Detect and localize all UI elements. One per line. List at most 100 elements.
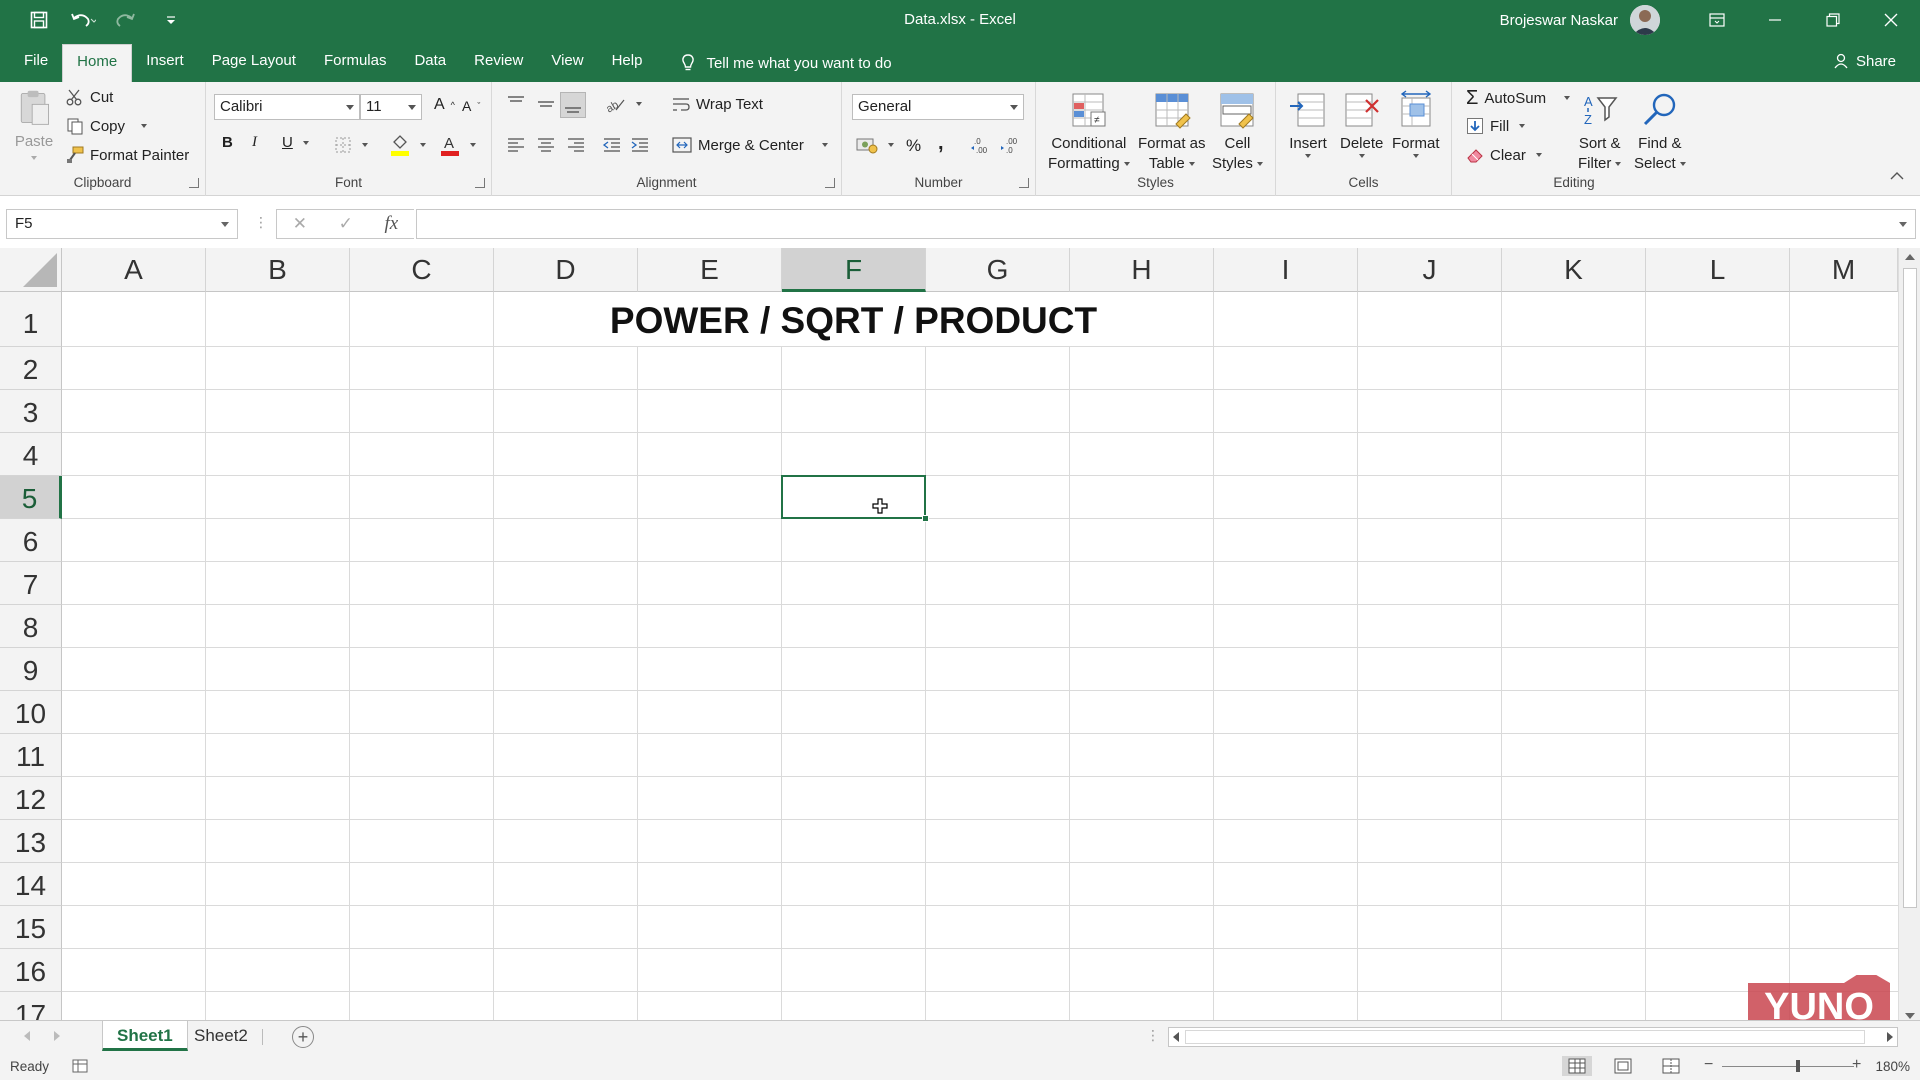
- row-header-16[interactable]: 16: [0, 949, 62, 992]
- font-size-combo[interactable]: 11: [360, 94, 422, 120]
- column-header-j[interactable]: J: [1358, 248, 1502, 292]
- delete-cells-button[interactable]: Delete: [1340, 90, 1383, 158]
- user-name[interactable]: Brojeswar Naskar: [1500, 12, 1618, 29]
- wrap-text-button[interactable]: Wrap Text: [672, 96, 763, 113]
- cut-button[interactable]: Cut: [66, 88, 113, 106]
- close-icon[interactable]: [1862, 0, 1920, 40]
- scroll-left-icon[interactable]: [1173, 1032, 1179, 1042]
- name-box[interactable]: F5: [6, 209, 238, 239]
- row-header-15[interactable]: 15: [0, 906, 62, 949]
- format-as-table-button[interactable]: Format as Table: [1138, 90, 1206, 174]
- row-header-1[interactable]: 1: [0, 292, 62, 347]
- collapse-ribbon-icon[interactable]: [1890, 168, 1904, 185]
- find-select-button[interactable]: Find & Select: [1634, 90, 1686, 174]
- underline-button[interactable]: U: [282, 134, 309, 151]
- row-header-10[interactable]: 10: [0, 691, 62, 734]
- number-launcher-icon[interactable]: [1019, 178, 1029, 188]
- fill-handle[interactable]: [922, 515, 929, 522]
- bottom-align-icon[interactable]: [560, 92, 586, 118]
- column-header-m[interactable]: M: [1790, 248, 1898, 292]
- column-header-l[interactable]: L: [1646, 248, 1790, 292]
- tab-home[interactable]: Home: [62, 44, 133, 82]
- page-layout-view-icon[interactable]: [1614, 1058, 1632, 1074]
- decrease-decimal-icon[interactable]: .00.0: [1000, 136, 1022, 154]
- row-header-14[interactable]: 14: [0, 863, 62, 906]
- row-header-4[interactable]: 4: [0, 433, 62, 476]
- tell-me-search[interactable]: Tell me what you want to do: [656, 44, 892, 82]
- row-header-7[interactable]: 7: [0, 562, 62, 605]
- sheet-tab-sheet2[interactable]: Sheet2: [180, 1021, 262, 1051]
- row-header-3[interactable]: 3: [0, 390, 62, 433]
- tab-split-grip-icon[interactable]: ⋮: [1146, 1027, 1160, 1044]
- increase-font-size-icon[interactable]: A ^: [434, 96, 455, 114]
- redo-icon[interactable]: [110, 5, 144, 35]
- column-header-a[interactable]: A: [62, 248, 206, 292]
- font-color-button[interactable]: A: [440, 134, 476, 156]
- confirm-entry-icon[interactable]: ✓: [339, 214, 353, 234]
- bold-button[interactable]: B: [222, 134, 233, 151]
- tab-insert[interactable]: Insert: [132, 44, 198, 82]
- restore-icon[interactable]: [1804, 0, 1862, 40]
- row-header-12[interactable]: 12: [0, 777, 62, 820]
- vertical-scrollbar[interactable]: [1898, 248, 1920, 1025]
- tab-review[interactable]: Review: [460, 44, 537, 82]
- paste-button[interactable]: Paste: [14, 88, 54, 160]
- autosum-button[interactable]: Σ AutoSum: [1466, 88, 1571, 108]
- minimize-icon[interactable]: [1746, 0, 1804, 40]
- alignment-launcher-icon[interactable]: [825, 178, 835, 188]
- format-cells-button[interactable]: Format: [1392, 90, 1440, 158]
- select-all-button[interactable]: [0, 248, 62, 292]
- merge-center-button[interactable]: Merge & Center: [672, 136, 828, 154]
- align-center-icon[interactable]: [536, 136, 556, 154]
- page-break-preview-icon[interactable]: [1662, 1058, 1680, 1074]
- horizontal-scroll-thumb[interactable]: [1185, 1030, 1865, 1044]
- zoom-slider-thumb[interactable]: [1796, 1060, 1800, 1072]
- orientation-button[interactable]: ab: [604, 94, 642, 114]
- undo-icon[interactable]: [66, 5, 100, 35]
- comma-style-button[interactable]: ,: [938, 132, 944, 155]
- row-header-2[interactable]: 2: [0, 347, 62, 390]
- column-header-h[interactable]: H: [1070, 248, 1214, 292]
- row-header-9[interactable]: 9: [0, 648, 62, 691]
- column-header-k[interactable]: K: [1502, 248, 1646, 292]
- column-header-g[interactable]: G: [926, 248, 1070, 292]
- clear-button[interactable]: Clear: [1466, 146, 1542, 164]
- scroll-right-icon[interactable]: [1887, 1032, 1893, 1042]
- row-header-6[interactable]: 6: [0, 519, 62, 562]
- ribbon-display-options-icon[interactable]: [1688, 0, 1746, 40]
- percent-style-button[interactable]: %: [906, 136, 921, 156]
- increase-decimal-icon[interactable]: .0.00: [970, 136, 992, 154]
- top-align-icon[interactable]: [506, 94, 526, 114]
- customize-qat-icon[interactable]: [154, 5, 188, 35]
- worksheet-grid[interactable]: ABCDEFGHIJKLM 1 2 3 4 5 6 7 8 9 10 11 12 13 14 15 16 17 …: [0, 248, 1920, 1025]
- scroll-down-icon[interactable]: [1905, 1013, 1915, 1019]
- conditional-formatting-button[interactable]: ≠ Conditional Formatting: [1048, 90, 1130, 174]
- cancel-entry-icon[interactable]: ✕: [293, 214, 307, 234]
- format-painter-button[interactable]: Format Painter: [66, 146, 189, 164]
- formula-input[interactable]: [416, 209, 1916, 239]
- increase-indent-icon[interactable]: [630, 136, 650, 154]
- row-header-11[interactable]: 11: [0, 734, 62, 777]
- scroll-sheets-left-icon[interactable]: [24, 1031, 30, 1041]
- avatar[interactable]: [1630, 5, 1660, 35]
- selected-cell-f5[interactable]: [781, 475, 926, 519]
- insert-function-button[interactable]: fx: [384, 213, 398, 235]
- clipboard-launcher-icon[interactable]: [189, 178, 199, 188]
- column-header-c[interactable]: C: [350, 248, 494, 292]
- borders-button[interactable]: [334, 136, 368, 154]
- vertical-scroll-thumb[interactable]: [1903, 268, 1917, 908]
- share-button[interactable]: Share: [1834, 40, 1896, 82]
- tab-view[interactable]: View: [537, 44, 597, 82]
- row-header-5[interactable]: 5: [0, 476, 62, 519]
- horizontal-scrollbar[interactable]: [1168, 1027, 1898, 1047]
- zoom-slider[interactable]: [1722, 1060, 1854, 1072]
- normal-view-icon[interactable]: [1562, 1056, 1592, 1076]
- macro-recording-icon[interactable]: [72, 1059, 88, 1073]
- zoom-level[interactable]: 180%: [1875, 1059, 1910, 1074]
- cell-styles-button[interactable]: Cell Styles: [1212, 90, 1263, 174]
- accounting-format-button[interactable]: [856, 136, 894, 154]
- scroll-sheets-right-icon[interactable]: [54, 1031, 60, 1041]
- merged-title-cell[interactable]: POWER / SQRT / PRODUCT: [494, 292, 1213, 346]
- row-header-13[interactable]: 13: [0, 820, 62, 863]
- row-header-8[interactable]: 8: [0, 605, 62, 648]
